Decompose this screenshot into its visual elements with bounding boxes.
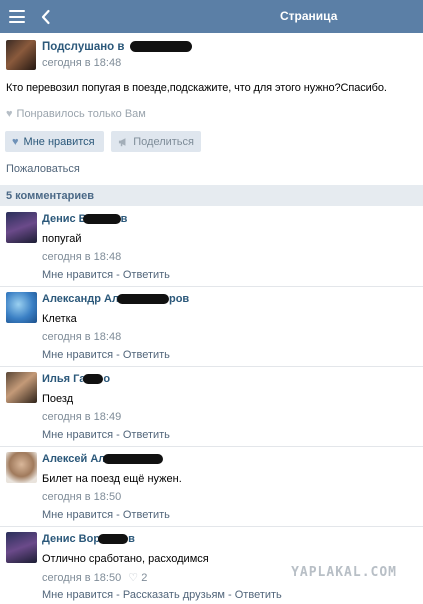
avatar[interactable] [6,372,37,403]
menu-icon[interactable] [9,10,25,23]
avatar[interactable] [6,452,37,483]
comment-actions: Мне нравится - Ответить [42,429,170,441]
comment-author-name-tail: о [103,373,111,385]
community-avatar[interactable] [6,40,36,70]
comment-date: сегодня в 18:48 [42,331,122,343]
comment-actions: Мне нравится - Ответить [42,349,170,361]
comment-author-name-tail: в [128,533,135,545]
separator: - [224,589,235,601]
avatar[interactable] [6,292,37,323]
comment-author[interactable]: Денис В в [42,213,127,225]
comment-reply-link[interactable]: Ответить [123,349,170,361]
liked-only-text: Понравилось только Вам [16,108,146,120]
comment-author-name[interactable]: Денис В [42,213,87,225]
redaction-mark [98,534,129,545]
comment-author[interactable]: Илья Га о [42,373,110,385]
megaphone-icon [118,137,126,146]
comment-share-link[interactable]: Рассказать друзьям [123,589,225,601]
separator: - [113,509,123,521]
comment-date: сегодня в 18:48 [42,251,122,263]
comment-text: Билет на поезд ещё нужен. [42,473,182,485]
comment-actions: Мне нравится - Ответить [42,509,170,521]
post-text: Кто перевозил попугая в поезде,подскажит… [6,82,387,94]
comment-like-link[interactable]: Мне нравится [42,589,113,601]
comment-author-name[interactable]: Алексей Ал [42,453,105,465]
post-author-name[interactable]: Подслушано в [42,41,124,53]
post-header: Подслушано в сегодня в 18:48 [0,33,423,73]
separator: - [113,429,123,441]
comment-text: Клетка [42,313,77,325]
comment-item: Илья Га о Поезд сегодня в 18:49 Мне нрави… [0,367,423,447]
post-date: сегодня в 18:48 [42,57,122,69]
comment-reply-link[interactable]: Ответить [123,429,170,441]
separator: - [113,349,123,361]
redaction-mark [103,454,164,465]
like-button[interactable]: ♥ Мне нравится [5,131,104,152]
comment-likes[interactable]: ♡ 2 [128,572,147,584]
comment-like-link[interactable]: Мне нравится [42,349,113,361]
comment-author-name-tail: в [120,213,128,225]
redaction-mark [83,374,104,385]
comment-like-link[interactable]: Мне нравится [42,269,113,281]
likes-count: 2 [141,572,148,584]
share-label: Поделиться [133,135,194,148]
comment-text: попугай [42,233,82,245]
heart-icon: ♥ [12,135,19,148]
redaction-mark [82,214,121,225]
like-label: Мне нравится [23,135,95,148]
avatar[interactable] [6,532,37,563]
comment-like-link[interactable]: Мне нравится [42,509,113,521]
report-link[interactable]: Пожаловаться [6,163,80,175]
comment-author[interactable]: Александр Ал ров [42,293,189,305]
comment-like-link[interactable]: Мне нравится [42,429,113,441]
page-title: Страница [280,9,338,23]
heart-icon: ♥ [6,108,13,120]
separator: - [113,589,123,601]
comment-item: Александр Ал ров Клетка сегодня в 18:48 М… [0,287,423,367]
watermark: YAPLAKAL.COM [291,565,397,580]
redaction-mark [116,294,169,305]
comment-item: Алексей Ал Билет на поезд ещё нужен. сег… [0,447,423,527]
comment-date: сегодня в 18:50 [42,491,122,503]
comment-text: Поезд [42,393,74,405]
comment-reply-link[interactable]: Ответить [123,509,170,521]
comment-item: Денис В в попугай сегодня в 18:48 Мне нра… [0,207,423,287]
comment-author-name[interactable]: Илья Га [42,373,85,385]
comment-author-name-tail: ров [168,293,190,305]
comment-reply-link[interactable]: Ответить [235,589,282,601]
comment-actions: Мне нравится - Ответить [42,269,170,281]
separator: - [113,269,123,281]
comment-date: сегодня в 18:49 [42,411,122,423]
comment-reply-link[interactable]: Ответить [123,269,170,281]
post-author[interactable]: Подслушано в [42,41,192,53]
comment-date-text: сегодня в 18:50 [42,572,122,584]
comment-actions: Мне нравится - Рассказать друзьям - Отве… [42,589,282,601]
share-button[interactable]: Поделиться [111,131,201,152]
chevron-left-icon[interactable] [40,9,52,25]
comment-date: сегодня в 18:50 ♡ 2 [42,571,147,584]
comment-author[interactable]: Денис Вор в [42,533,135,545]
comments-header: 5 комментариев [0,185,423,206]
comment-author-name[interactable]: Денис Вор [42,533,100,545]
avatar[interactable] [6,212,37,243]
top-bar: Страница [0,0,423,33]
liked-by-summary[interactable]: ♥ Понравилось только Вам [6,108,146,120]
comment-author-name[interactable]: Александр Ал [42,293,119,305]
redaction-mark [129,41,192,53]
heart-icon: ♡ [128,572,139,584]
comment-text: Отлично сработано, расходимся [42,553,209,565]
comment-author[interactable]: Алексей Ал [42,453,164,465]
